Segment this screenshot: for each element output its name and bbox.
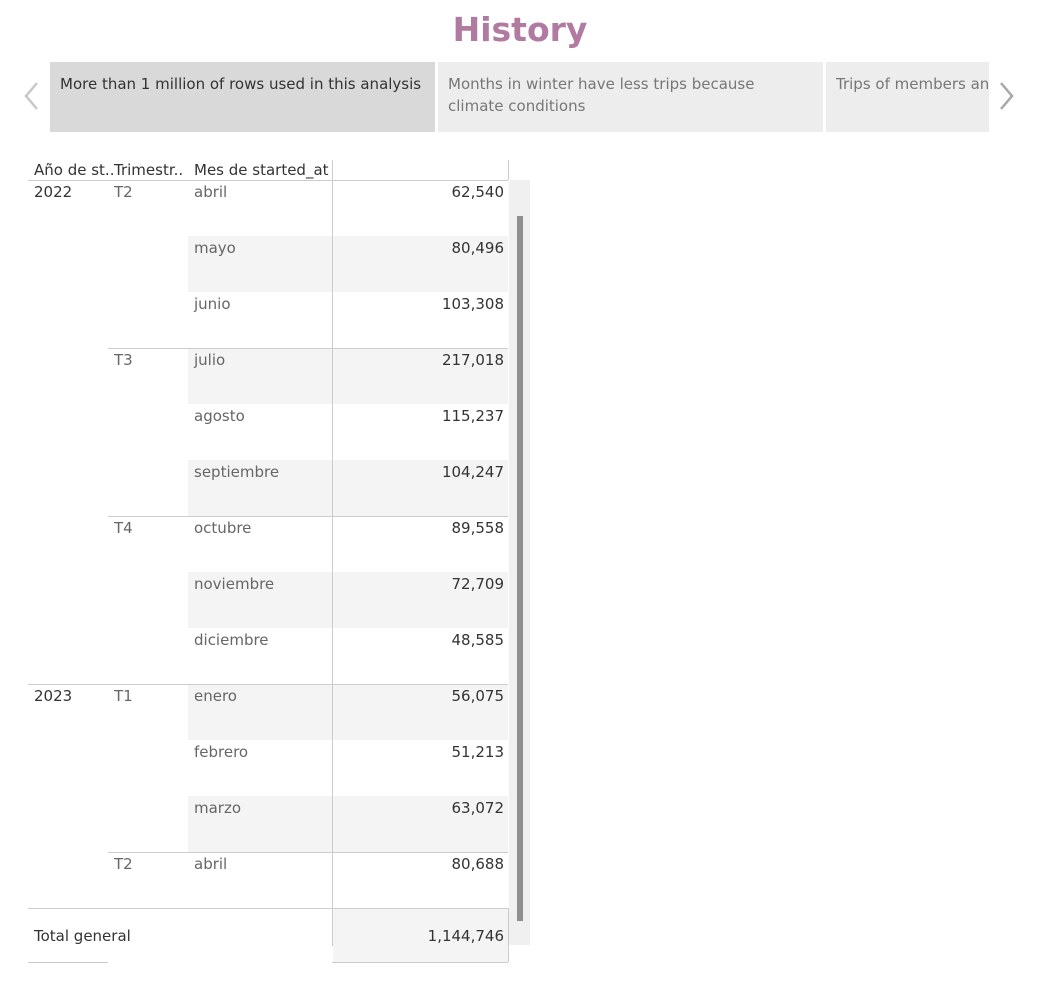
month-cell[interactable]: diciembre bbox=[194, 630, 269, 650]
quarter-cell[interactable]: T3 bbox=[114, 350, 133, 370]
total-bottom-line bbox=[28, 962, 108, 963]
value-cell[interactable]: 48,585 bbox=[334, 630, 505, 650]
header-divider bbox=[28, 180, 508, 181]
total-value[interactable]: 1,144,746 bbox=[334, 926, 504, 946]
next-story-point-button[interactable] bbox=[997, 80, 1015, 112]
value-cell[interactable]: 72,709 bbox=[334, 574, 505, 594]
quarter-divider bbox=[108, 852, 508, 853]
quarter-divider bbox=[108, 348, 508, 349]
chevron-left-icon bbox=[24, 82, 38, 110]
total-value-right-edge bbox=[508, 908, 509, 962]
value-cell[interactable]: 217,018 bbox=[334, 350, 504, 370]
value-cell[interactable]: 89,558 bbox=[334, 518, 505, 538]
crosstab-table: Año de st.. Trimestr.. Mes de started_at… bbox=[28, 160, 530, 963]
value-cell[interactable]: 56,075 bbox=[334, 686, 505, 706]
page-title: History bbox=[452, 10, 588, 49]
value-cell[interactable]: 104,247 bbox=[334, 462, 504, 482]
header-year[interactable]: Año de st.. bbox=[34, 160, 114, 180]
total-divider bbox=[28, 908, 508, 909]
value-cell[interactable]: 62,540 bbox=[334, 182, 505, 202]
vertical-scrollbar-thumb[interactable] bbox=[517, 216, 523, 921]
month-cell[interactable]: marzo bbox=[194, 798, 241, 818]
month-cell[interactable]: junio bbox=[194, 294, 231, 314]
quarter-cell[interactable]: T2 bbox=[114, 182, 133, 202]
quarter-cell[interactable]: T4 bbox=[114, 518, 133, 538]
month-cell[interactable]: agosto bbox=[194, 406, 245, 426]
header-quarter[interactable]: Trimestr.. bbox=[114, 160, 183, 180]
year-divider bbox=[28, 684, 508, 685]
value-cell[interactable]: 51,213 bbox=[334, 742, 505, 762]
value-cell[interactable]: 80,688 bbox=[334, 854, 505, 874]
month-cell[interactable]: enero bbox=[194, 686, 237, 706]
month-cell[interactable]: mayo bbox=[194, 238, 236, 258]
year-cell[interactable]: 2023 bbox=[34, 686, 72, 706]
chevron-right-icon bbox=[1000, 82, 1014, 110]
story-point-2[interactable]: Months in winter have less trips because… bbox=[438, 62, 823, 132]
story-navigator: More than 1 million of rows used in this… bbox=[50, 62, 989, 132]
value-cell[interactable]: 103,308 bbox=[334, 294, 504, 314]
value-cell[interactable]: 63,072 bbox=[334, 798, 505, 818]
year-cell[interactable]: 2022 bbox=[34, 182, 72, 202]
quarter-divider bbox=[108, 516, 508, 517]
value-cell[interactable]: 80,496 bbox=[334, 238, 505, 258]
month-cell[interactable]: noviembre bbox=[194, 574, 274, 594]
month-cell[interactable]: abril bbox=[194, 182, 227, 202]
story-point-1[interactable]: More than 1 million of rows used in this… bbox=[50, 62, 435, 132]
previous-story-point-button[interactable] bbox=[23, 80, 41, 112]
total-value-bottom-line bbox=[332, 962, 508, 963]
quarter-cell[interactable]: T2 bbox=[114, 854, 133, 874]
header-month[interactable]: Mes de started_at bbox=[194, 160, 329, 180]
value-cell[interactable]: 115,237 bbox=[334, 406, 504, 426]
header-right-edge bbox=[508, 160, 509, 180]
month-cell[interactable]: abril bbox=[194, 854, 227, 874]
month-cell[interactable]: septiembre bbox=[194, 462, 279, 482]
column-divider bbox=[332, 160, 333, 946]
quarter-cell[interactable]: T1 bbox=[114, 686, 133, 706]
month-cell[interactable]: octubre bbox=[194, 518, 251, 538]
story-point-3[interactable]: Trips of members and time for less than … bbox=[826, 62, 989, 132]
total-label: Total general bbox=[34, 927, 131, 945]
month-cell[interactable]: julio bbox=[194, 350, 225, 370]
month-cell[interactable]: febrero bbox=[194, 742, 248, 762]
